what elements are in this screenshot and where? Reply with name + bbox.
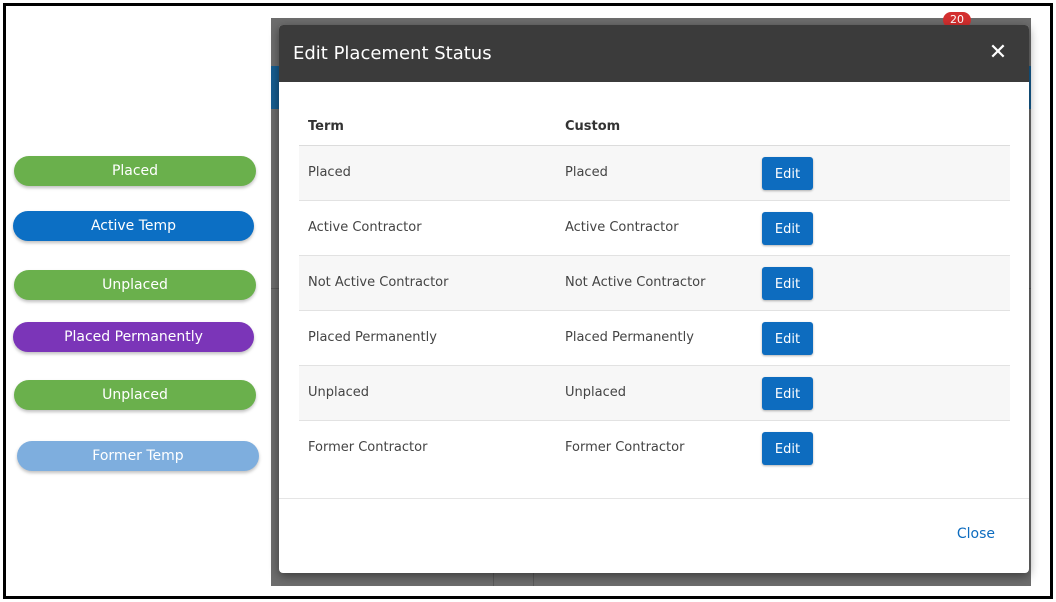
column-header-term: Term <box>308 119 344 134</box>
status-pill-active-temp[interactable]: Active Temp <box>13 211 254 241</box>
screenshot-frame: Placed Active Temp Unplaced Placed Perma… <box>3 3 1053 599</box>
edit-button[interactable]: Edit <box>762 432 813 465</box>
status-pill-placed-permanently[interactable]: Placed Permanently <box>13 322 254 352</box>
edit-button[interactable]: Edit <box>762 212 813 245</box>
modal-footer: Close <box>279 498 1029 573</box>
status-pill-unplaced-2[interactable]: Unplaced <box>14 380 256 410</box>
placement-status-table: Term Custom Placed Placed Edit Active Co… <box>299 109 1010 475</box>
term-cell: Former Contractor <box>308 440 428 455</box>
custom-cell: Active Contractor <box>565 220 679 235</box>
custom-cell: Unplaced <box>565 385 626 400</box>
edit-button[interactable]: Edit <box>762 377 813 410</box>
column-header-custom: Custom <box>565 119 621 134</box>
table-row: Former Contractor Former Contractor Edit <box>299 421 1010 475</box>
table-row: Not Active Contractor Not Active Contrac… <box>299 256 1010 311</box>
edit-button[interactable]: Edit <box>762 267 813 300</box>
status-pill-placed[interactable]: Placed <box>14 156 256 186</box>
term-cell: Active Contractor <box>308 220 422 235</box>
table-row: Unplaced Unplaced Edit <box>299 366 1010 421</box>
custom-cell: Former Contractor <box>565 440 685 455</box>
status-pill-unplaced[interactable]: Unplaced <box>14 270 256 300</box>
close-link[interactable]: Close <box>957 526 995 542</box>
term-cell: Placed <box>308 165 351 180</box>
table-header: Term Custom <box>299 109 1010 146</box>
edit-placement-status-modal: Edit Placement Status ✕ Term Custom Plac… <box>279 25 1029 573</box>
table-row: Placed Permanently Placed Permanently Ed… <box>299 311 1010 366</box>
edit-button[interactable]: Edit <box>762 322 813 355</box>
status-pill-list: Placed Active Temp Unplaced Placed Perma… <box>6 6 268 596</box>
custom-cell: Placed <box>565 165 608 180</box>
table-row: Active Contractor Active Contractor Edit <box>299 201 1010 256</box>
modal-title: Edit Placement Status <box>293 43 492 64</box>
term-cell: Unplaced <box>308 385 369 400</box>
status-pill-former-temp[interactable]: Former Temp <box>17 441 259 471</box>
close-icon[interactable]: ✕ <box>985 40 1011 66</box>
term-cell: Placed Permanently <box>308 330 437 345</box>
term-cell: Not Active Contractor <box>308 275 449 290</box>
custom-cell: Placed Permanently <box>565 330 694 345</box>
custom-cell: Not Active Contractor <box>565 275 706 290</box>
modal-header: Edit Placement Status ✕ <box>279 25 1029 82</box>
edit-button[interactable]: Edit <box>762 157 813 190</box>
table-row: Placed Placed Edit <box>299 146 1010 201</box>
